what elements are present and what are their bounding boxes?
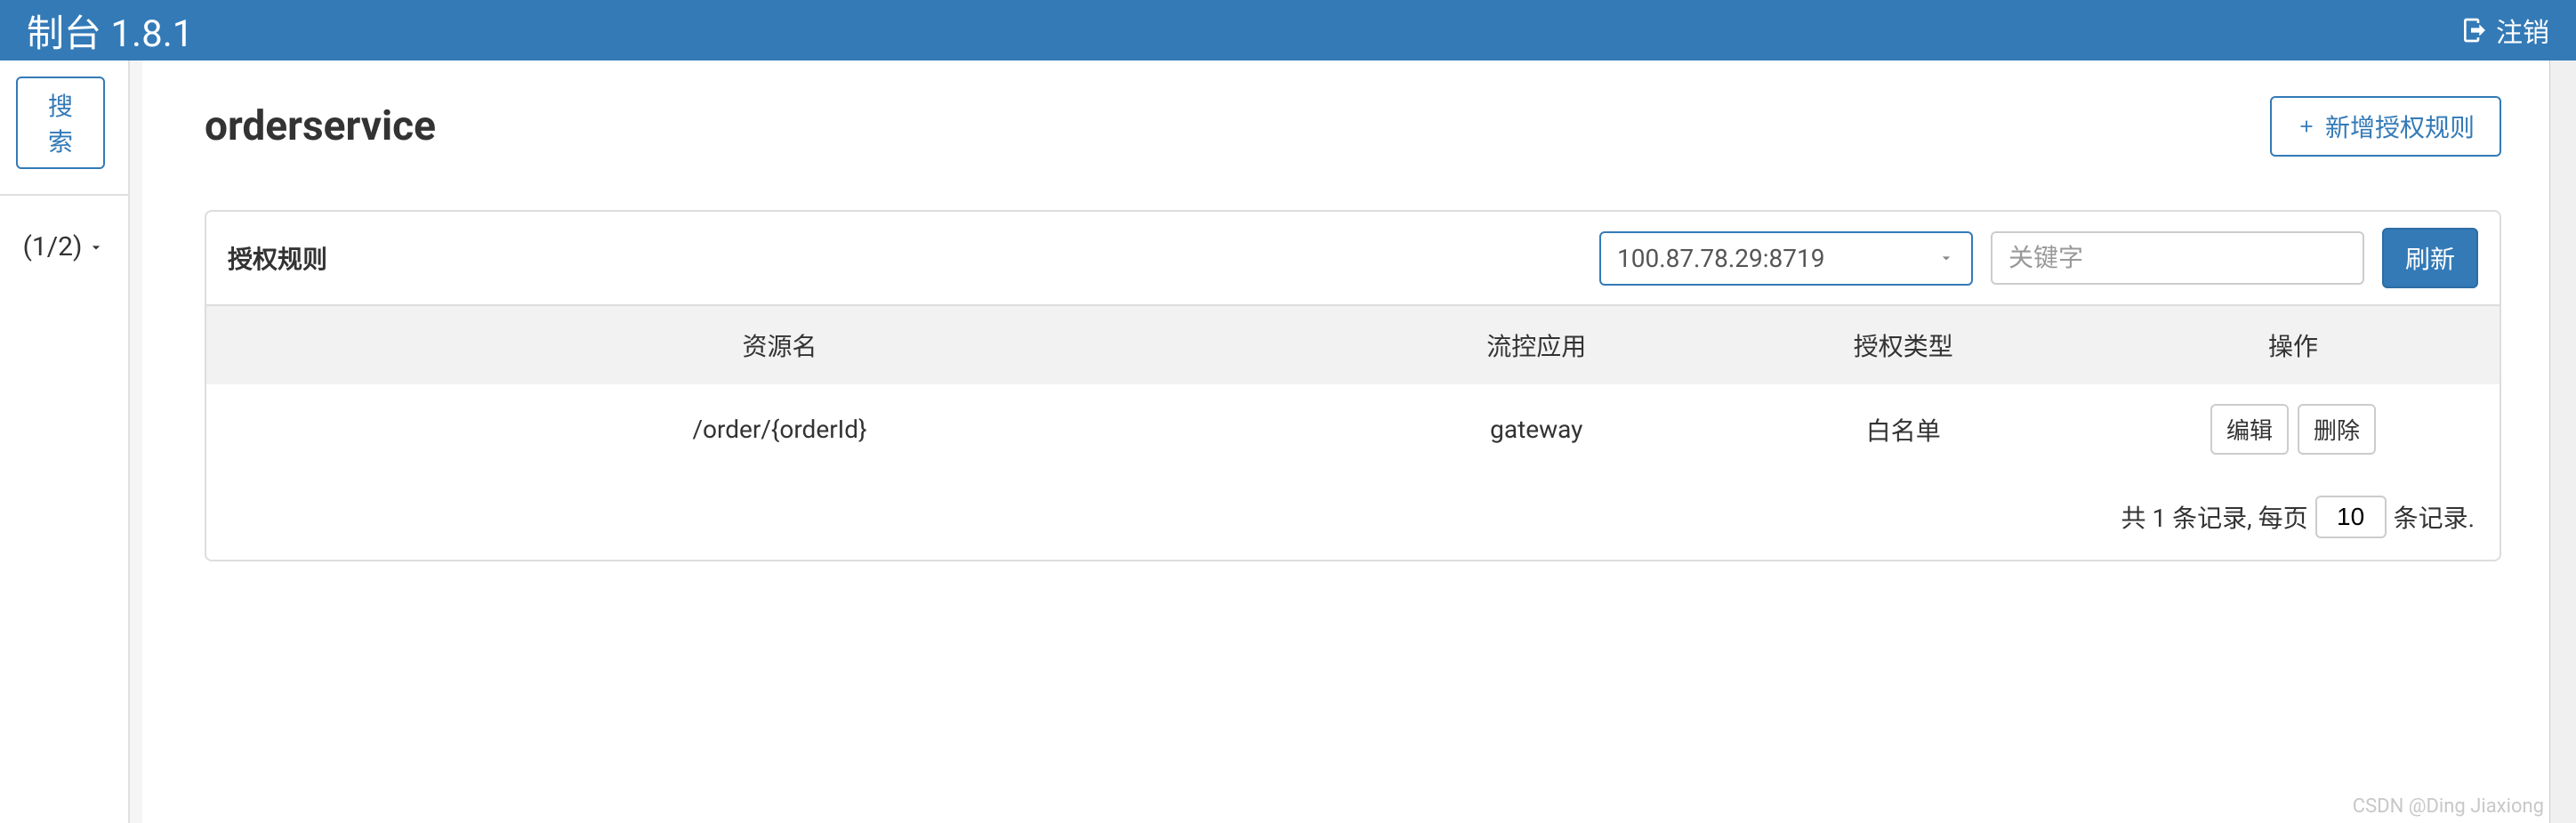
app-title: 制台 1.8.1 bbox=[27, 4, 193, 58]
page-header: orderservice 新增授权规则 bbox=[205, 96, 2501, 157]
cell-limit-app: gateway bbox=[1353, 384, 1719, 474]
sidebar: 搜索 (1/2) bbox=[0, 61, 130, 823]
topbar: 制台 1.8.1 注销 bbox=[0, 0, 2576, 61]
keyword-input[interactable] bbox=[1991, 231, 2364, 285]
col-limit-app: 流控应用 bbox=[1353, 305, 1719, 384]
panel-controls: 100.87.78.29:8719 刷新 bbox=[1599, 228, 2478, 288]
col-resource: 资源名 bbox=[206, 305, 1353, 384]
search-button[interactable]: 搜索 bbox=[16, 77, 105, 169]
plus-icon bbox=[2297, 117, 2316, 136]
pagination-suffix: 条记录. bbox=[2394, 499, 2475, 535]
scrollbar-vertical[interactable] bbox=[2549, 61, 2576, 823]
rules-panel: 授权规则 100.87.78.29:8719 刷新 资源名 流控应用 授权类型 bbox=[205, 210, 2501, 561]
delete-button[interactable]: 删除 bbox=[2298, 404, 2376, 455]
ip-selected-value: 100.87.78.29:8719 bbox=[1617, 244, 1825, 273]
pagination: 共 1 条记录, 每页 条记录. bbox=[206, 474, 2500, 560]
cell-resource: /order/{orderId} bbox=[206, 384, 1353, 474]
col-actions: 操作 bbox=[2087, 305, 2500, 384]
pagination-prefix: 共 1 条记录, 每页 bbox=[2121, 499, 2308, 535]
chevron-down-icon bbox=[87, 238, 105, 256]
page-indicator-text: (1/2) bbox=[23, 231, 83, 262]
logout-button[interactable]: 注销 bbox=[2460, 11, 2549, 50]
table-header-row: 资源名 流控应用 授权类型 操作 bbox=[206, 305, 2500, 384]
sidebar-page-indicator[interactable]: (1/2) bbox=[0, 231, 128, 262]
ip-select[interactable]: 100.87.78.29:8719 bbox=[1599, 231, 1973, 286]
panel-title: 授权规则 bbox=[228, 240, 327, 276]
add-rule-label: 新增授权规则 bbox=[2325, 109, 2475, 144]
edit-button[interactable]: 编辑 bbox=[2210, 404, 2289, 455]
col-auth-type: 授权类型 bbox=[1719, 305, 2086, 384]
cell-actions: 编辑 删除 bbox=[2087, 384, 2500, 474]
page-title: orderservice bbox=[205, 102, 436, 150]
watermark: CSDN @Ding Jiaxiong bbox=[2353, 795, 2544, 818]
page-size-input[interactable] bbox=[2315, 496, 2387, 538]
add-rule-button[interactable]: 新增授权规则 bbox=[2270, 96, 2501, 157]
main-content: orderservice 新增授权规则 授权规则 100.87.78.29:87… bbox=[142, 61, 2564, 823]
table-row: /order/{orderId} gateway 白名单 编辑 删除 bbox=[206, 384, 2500, 474]
panel-header: 授权规则 100.87.78.29:8719 刷新 bbox=[206, 212, 2500, 304]
caret-down-icon bbox=[1937, 249, 1955, 267]
sidebar-divider bbox=[0, 194, 128, 196]
cell-auth-type: 白名单 bbox=[1719, 384, 2086, 474]
logout-icon bbox=[2460, 16, 2489, 44]
refresh-button[interactable]: 刷新 bbox=[2382, 228, 2478, 288]
logout-label: 注销 bbox=[2496, 11, 2549, 50]
rules-table: 资源名 流控应用 授权类型 操作 /order/{orderId} gatewa… bbox=[206, 304, 2500, 474]
